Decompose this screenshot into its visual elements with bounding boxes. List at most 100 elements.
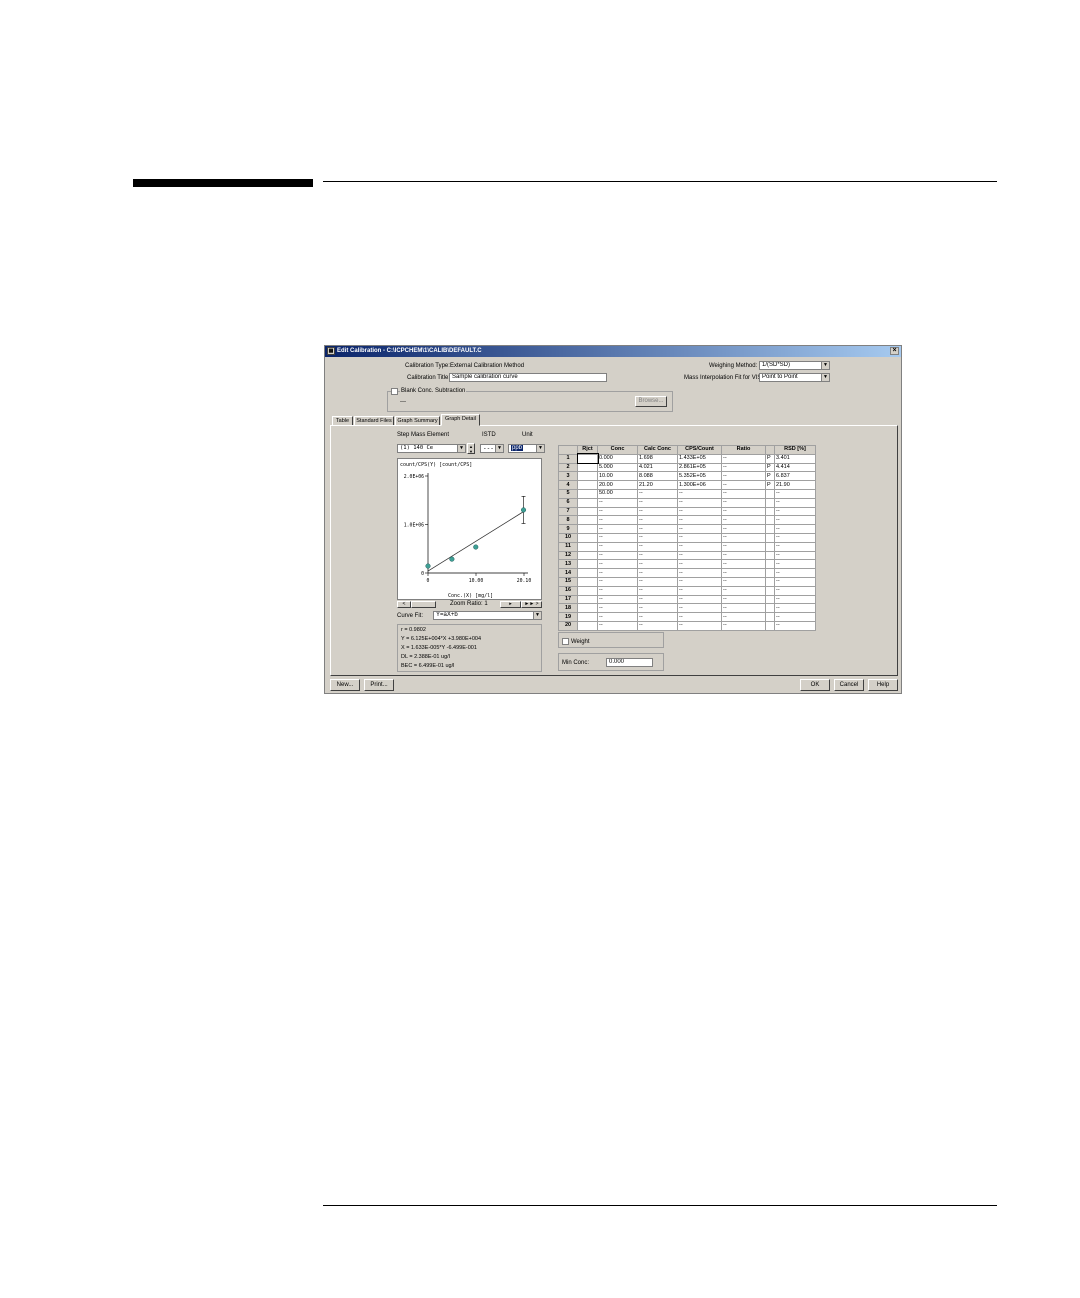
- ratio-cell[interactable]: --: [721, 550, 766, 561]
- calc-conc-cell[interactable]: 4.021: [637, 462, 678, 473]
- cps-count-cell[interactable]: --: [677, 541, 722, 552]
- rsd-cell[interactable]: 3.401: [774, 453, 816, 464]
- cps-count-cell[interactable]: --: [677, 594, 722, 605]
- table-row[interactable]: 17 -- -- -- -- --: [558, 594, 816, 605]
- cps-count-cell[interactable]: --: [677, 532, 722, 543]
- weight-checkbox[interactable]: [562, 638, 569, 645]
- rjct-cell[interactable]: [577, 506, 598, 517]
- flag-cell[interactable]: P: [765, 480, 775, 490]
- flag-cell[interactable]: [765, 550, 775, 561]
- cps-count-cell[interactable]: --: [677, 559, 722, 570]
- calibration-table[interactable]: Rjct Conc Calc Conc CPS/Count Ratio RSD …: [558, 445, 816, 631]
- istd-select[interactable]: --- ▼: [480, 444, 504, 453]
- rsd-cell[interactable]: --: [774, 488, 816, 499]
- calc-conc-cell[interactable]: --: [637, 603, 678, 614]
- calc-conc-cell[interactable]: --: [637, 568, 678, 578]
- conc-cell[interactable]: --: [597, 515, 638, 526]
- ratio-cell[interactable]: --: [721, 471, 766, 482]
- ratio-cell[interactable]: --: [721, 497, 766, 508]
- flag-cell[interactable]: [765, 568, 775, 578]
- ratio-cell[interactable]: --: [721, 462, 766, 473]
- rjct-cell[interactable]: [577, 515, 598, 526]
- cps-count-cell[interactable]: --: [677, 576, 722, 587]
- rjct-cell[interactable]: [577, 532, 598, 543]
- table-row[interactable]: 9 -- -- -- -- --: [558, 524, 816, 534]
- cancel-button[interactable]: Cancel: [834, 679, 864, 691]
- table-row[interactable]: 20 -- -- -- -- --: [558, 620, 816, 631]
- table-header-rjct[interactable]: Rjct: [577, 445, 598, 455]
- min-conc-input[interactable]: 0.000: [606, 658, 653, 667]
- tab-graph-detail[interactable]: Graph Detail: [441, 414, 480, 426]
- calibration-graph[interactable]: count/CPS(Y) [count/CPS] Conc.(X) [mg/l]…: [397, 458, 542, 600]
- calc-conc-cell[interactable]: --: [637, 594, 678, 605]
- rjct-cell[interactable]: [577, 497, 598, 508]
- zoom-scroll-thumb[interactable]: [411, 601, 436, 608]
- ratio-cell[interactable]: --: [721, 488, 766, 499]
- table-header-ratio[interactable]: Ratio: [721, 445, 766, 455]
- down-arrow-icon[interactable]: ▼: [468, 449, 474, 454]
- ratio-cell[interactable]: --: [721, 480, 766, 490]
- flag-cell[interactable]: P: [765, 462, 775, 473]
- cps-count-cell[interactable]: --: [677, 524, 722, 534]
- table-row[interactable]: 13 -- -- -- -- --: [558, 559, 816, 570]
- calc-conc-cell[interactable]: --: [637, 541, 678, 552]
- flag-cell[interactable]: [765, 585, 775, 596]
- conc-cell[interactable]: 10.00: [597, 471, 638, 482]
- rsd-cell[interactable]: --: [774, 497, 816, 508]
- rsd-cell[interactable]: --: [774, 620, 816, 631]
- rsd-cell[interactable]: --: [774, 541, 816, 552]
- chevron-down-icon[interactable]: ▼: [457, 445, 465, 452]
- cps-count-cell[interactable]: 1.433E+05: [677, 453, 722, 464]
- ratio-cell[interactable]: --: [721, 620, 766, 631]
- table-row[interactable]: 8 -- -- -- -- --: [558, 515, 816, 526]
- zoom-left-button[interactable]: <: [397, 601, 411, 608]
- rsd-cell[interactable]: --: [774, 524, 816, 534]
- table-row[interactable]: 11 -- -- -- -- --: [558, 541, 816, 552]
- rsd-cell[interactable]: --: [774, 603, 816, 614]
- rsd-cell[interactable]: 6.837: [774, 471, 816, 482]
- calc-conc-cell[interactable]: --: [637, 550, 678, 561]
- ratio-cell[interactable]: --: [721, 594, 766, 605]
- table-row[interactable]: 1 0.000 1.698 1.433E+05 -- P 3.401: [558, 453, 816, 465]
- rjct-cell[interactable]: [577, 488, 598, 499]
- calc-conc-cell[interactable]: 8.088: [637, 471, 678, 482]
- calibration-title-input[interactable]: Sample calibration curve: [449, 373, 607, 382]
- conc-cell[interactable]: --: [597, 497, 638, 508]
- blank-subtraction-checkbox[interactable]: [391, 388, 398, 395]
- table-row[interactable]: 12 -- -- -- -- --: [558, 550, 816, 561]
- conc-cell[interactable]: --: [597, 568, 638, 578]
- table-row[interactable]: 5 50.00 -- -- -- --: [558, 488, 816, 499]
- rjct-cell[interactable]: [577, 559, 598, 570]
- cps-count-cell[interactable]: --: [677, 620, 722, 631]
- ratio-cell[interactable]: --: [721, 603, 766, 614]
- cps-count-cell[interactable]: --: [677, 585, 722, 596]
- table-row[interactable]: 18 -- -- -- -- --: [558, 603, 816, 614]
- ratio-cell[interactable]: --: [721, 568, 766, 578]
- rsd-cell[interactable]: 21.90: [774, 480, 816, 490]
- calc-conc-cell[interactable]: --: [637, 576, 678, 587]
- rjct-cell[interactable]: [577, 471, 598, 482]
- conc-cell[interactable]: --: [597, 559, 638, 570]
- flag-cell[interactable]: [765, 524, 775, 534]
- close-icon[interactable]: ×: [890, 347, 899, 355]
- zoom-fast-right-button[interactable]: ►► >: [521, 601, 542, 608]
- flag-cell[interactable]: [765, 515, 775, 526]
- flag-cell[interactable]: [765, 532, 775, 543]
- rsd-cell[interactable]: --: [774, 594, 816, 605]
- flag-cell[interactable]: [765, 594, 775, 605]
- chevron-down-icon[interactable]: ▼: [821, 374, 829, 381]
- conc-cell[interactable]: --: [597, 594, 638, 605]
- rsd-cell[interactable]: --: [774, 532, 816, 543]
- ratio-cell[interactable]: --: [721, 506, 766, 517]
- calc-conc-cell[interactable]: --: [637, 585, 678, 596]
- chevron-down-icon[interactable]: ▼: [533, 612, 541, 619]
- ratio-cell[interactable]: --: [721, 532, 766, 543]
- rsd-cell[interactable]: --: [774, 568, 816, 578]
- new-button[interactable]: New...: [330, 679, 360, 691]
- calc-conc-cell[interactable]: --: [637, 620, 678, 631]
- rjct-cell[interactable]: [577, 462, 598, 473]
- flag-cell[interactable]: [765, 603, 775, 614]
- curve-fit-select[interactable]: Y=aX+b ▼: [433, 611, 542, 620]
- rjct-cell[interactable]: [577, 603, 598, 614]
- ratio-cell[interactable]: --: [721, 541, 766, 552]
